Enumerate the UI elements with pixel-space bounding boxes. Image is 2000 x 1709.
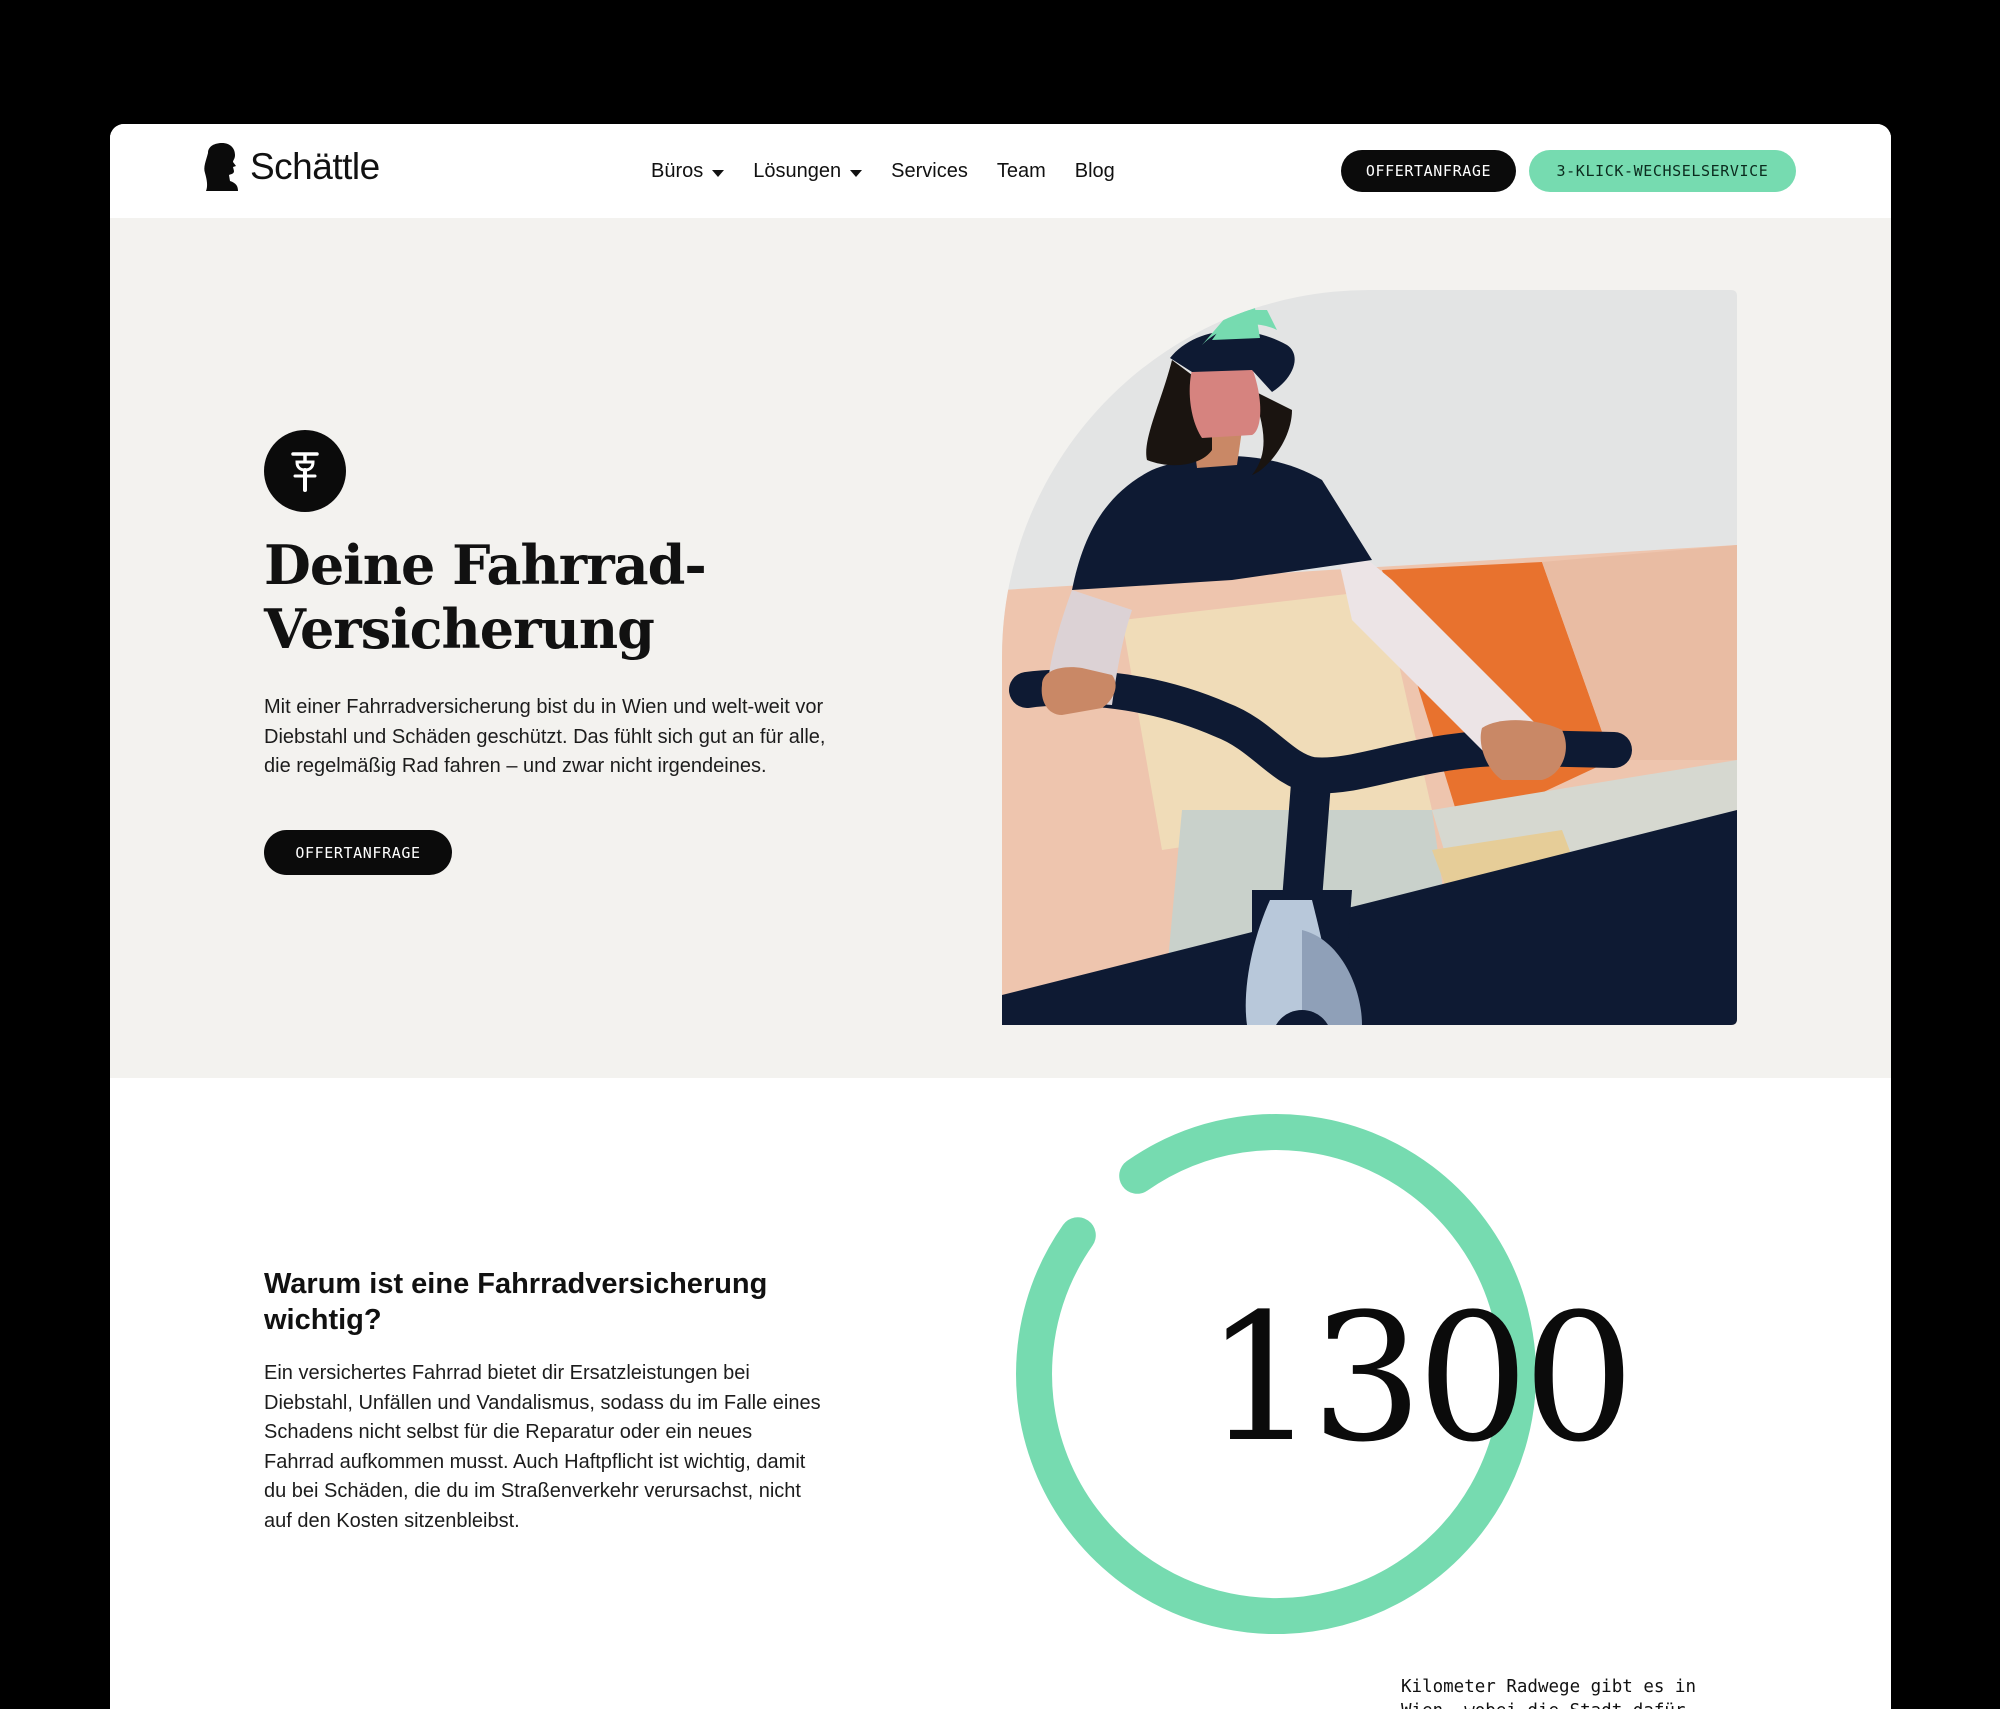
stat-description: Kilometer Radwege gibt es in Wien, wobei… bbox=[1401, 1677, 1697, 1709]
chevron-down-icon bbox=[850, 169, 863, 177]
head-silhouette-icon bbox=[204, 143, 238, 191]
hero-title: Deine Fahrrad- Versicherung bbox=[264, 533, 784, 661]
nav-item-services[interactable]: Services bbox=[891, 160, 968, 183]
brand-name: Schättle bbox=[250, 146, 380, 187]
top-navigation: Schättle Büros Lösungen Services Team Bl… bbox=[110, 124, 1891, 218]
main-menu: Büros Lösungen Services Team Blog bbox=[651, 160, 1115, 183]
offertanfrage-button[interactable]: OFFERTANFRAGE bbox=[1341, 150, 1516, 192]
nav-item-loesungen[interactable]: Lösungen bbox=[753, 160, 863, 183]
why-description: Ein versichertes Fahrrad bietet dir Ersa… bbox=[264, 1362, 821, 1532]
hero-section: Deine Fahrrad- Versicherung Mit einer Fa… bbox=[110, 218, 1891, 1078]
bicycle-icon bbox=[264, 430, 346, 512]
nav-item-label: Blog bbox=[1074, 160, 1115, 182]
browser-window: Schättle Büros Lösungen Services Team Bl… bbox=[110, 124, 1891, 1709]
nav-item-label: Team bbox=[996, 160, 1046, 182]
hero-offertanfrage-button[interactable]: OFFERTANFRAGE bbox=[264, 830, 452, 875]
chevron-down-icon bbox=[712, 169, 725, 177]
nav-item-label: Services bbox=[891, 160, 968, 182]
nav-item-label: Büros bbox=[651, 160, 704, 182]
why-title: Warum ist eine Fahrradversicherung wicht… bbox=[264, 1268, 768, 1336]
nav-item-label: Lösungen bbox=[753, 160, 842, 182]
brand-logo[interactable]: Schättle bbox=[202, 142, 380, 192]
hero-description: Mit einer Fahrradversicherung bist du in… bbox=[264, 696, 826, 777]
woman-on-bicycle-illustration bbox=[1002, 290, 1737, 1025]
stat-number: 1300 bbox=[1205, 1276, 1635, 1481]
nav-item-bueros[interactable]: Büros bbox=[651, 160, 725, 183]
nav-item-team[interactable]: Team bbox=[997, 160, 1046, 183]
hero-title-line-1: Deine Fahrrad- bbox=[264, 533, 707, 597]
hero-title-line-2: Versicherung bbox=[264, 597, 655, 661]
nav-item-blog[interactable]: Blog bbox=[1075, 160, 1115, 183]
wechselservice-button[interactable]: 3-KLICK-WECHSELSERVICE bbox=[1529, 150, 1796, 192]
